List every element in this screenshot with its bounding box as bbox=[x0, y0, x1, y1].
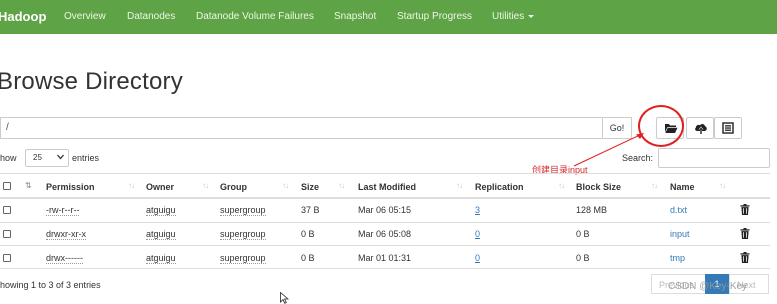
table-top-border bbox=[0, 173, 770, 174]
sort-icon[interactable]: ↑↓ bbox=[202, 181, 209, 190]
cell-replication[interactable]: 3 bbox=[475, 205, 480, 215]
cell-size: 37 B bbox=[301, 205, 320, 215]
page-title: Browse Directory bbox=[0, 68, 183, 95]
cell-last-modified: Mar 01 01:31 bbox=[358, 253, 412, 263]
cell-owner[interactable]: atguigu bbox=[146, 205, 176, 216]
nav-utilities-label: Utilities bbox=[492, 11, 525, 22]
table-bottom-border bbox=[0, 268, 770, 269]
trash-icon[interactable] bbox=[740, 252, 750, 263]
column-header-block-size[interactable]: Block Size bbox=[576, 182, 621, 192]
top-navbar: Hadoop Overview Datanodes Datanode Volum… bbox=[0, 0, 777, 34]
nav-overview[interactable]: Overview bbox=[64, 11, 106, 22]
column-header-group[interactable]: Group bbox=[220, 182, 247, 192]
select-all-checkbox[interactable] bbox=[3, 182, 11, 190]
row-checkbox[interactable] bbox=[3, 206, 11, 214]
search-input[interactable] bbox=[658, 148, 770, 168]
cell-replication[interactable]: 0 bbox=[475, 229, 480, 239]
nav-utilities[interactable]: Utilities bbox=[492, 11, 535, 22]
list-icon bbox=[722, 122, 734, 134]
cell-size: 0 B bbox=[301, 229, 315, 239]
cell-replication[interactable]: 0 bbox=[475, 253, 480, 263]
cell-permission[interactable]: drwxr-xr-x bbox=[46, 229, 86, 240]
nav-snapshot[interactable]: Snapshot bbox=[334, 11, 376, 22]
cell-permission[interactable]: drwx------ bbox=[46, 253, 83, 264]
cell-block-size: 0 B bbox=[576, 253, 590, 263]
column-header-last-modified[interactable]: Last Modified bbox=[358, 182, 416, 192]
row-checkbox[interactable] bbox=[3, 254, 11, 262]
sort-icon[interactable]: ↑↓ bbox=[719, 181, 726, 190]
entries-per-page-value: 25 bbox=[33, 153, 42, 162]
directory-path-input[interactable]: / bbox=[0, 117, 602, 139]
cell-group[interactable]: supergroup bbox=[220, 229, 266, 240]
table-header-border bbox=[0, 197, 770, 199]
annotation-text: 创建目录input bbox=[532, 165, 588, 175]
cell-permission[interactable]: -rw-r--r-- bbox=[46, 205, 80, 216]
sort-icon[interactable]: ↑↓ bbox=[456, 181, 463, 190]
row-divider bbox=[0, 245, 770, 246]
sort-icon[interactable]: ⇅ bbox=[25, 181, 32, 190]
row-checkbox[interactable] bbox=[3, 230, 11, 238]
cell-owner[interactable]: atguigu bbox=[146, 253, 176, 264]
trash-icon[interactable] bbox=[740, 228, 750, 239]
entries-per-page-select[interactable]: 25 bbox=[25, 149, 69, 167]
table-info-text: howing 1 to 3 of 3 entries bbox=[0, 280, 101, 290]
cell-block-size: 0 B bbox=[576, 229, 590, 239]
chevron-down-icon bbox=[57, 154, 64, 160]
sort-icon[interactable]: ↑↓ bbox=[338, 181, 345, 190]
sort-icon[interactable]: ↑↓ bbox=[282, 181, 289, 190]
caret-down-icon bbox=[528, 14, 535, 18]
column-header-size[interactable]: Size bbox=[301, 182, 319, 192]
cell-name-link[interactable]: input bbox=[670, 229, 690, 239]
cell-size: 0 B bbox=[301, 253, 315, 263]
cell-owner[interactable]: atguigu bbox=[146, 229, 176, 240]
sort-icon[interactable]: ↑↓ bbox=[128, 181, 135, 190]
cut-paste-button[interactable] bbox=[714, 117, 742, 139]
cell-group[interactable]: supergroup bbox=[220, 253, 266, 264]
sort-icon[interactable]: ↑↓ bbox=[651, 181, 658, 190]
nav-datanodes[interactable]: Datanodes bbox=[127, 11, 175, 22]
cell-last-modified: Mar 06 05:08 bbox=[358, 229, 412, 239]
length-menu-show-label: how bbox=[0, 153, 17, 163]
row-divider bbox=[0, 222, 770, 223]
cell-block-size: 128 MB bbox=[576, 205, 608, 215]
column-header-name[interactable]: Name bbox=[670, 182, 695, 192]
search-label: Search: bbox=[622, 153, 654, 163]
sort-icon[interactable]: ↑↓ bbox=[558, 181, 565, 190]
nav-datanode-volume-failures[interactable]: Datanode Volume Failures bbox=[196, 11, 314, 22]
column-header-owner[interactable]: Owner bbox=[146, 182, 174, 192]
column-header-replication[interactable]: Replication bbox=[475, 182, 524, 192]
cell-group[interactable]: supergroup bbox=[220, 205, 266, 216]
mouse-cursor-icon bbox=[280, 292, 289, 304]
brand-logo[interactable]: Hadoop bbox=[0, 9, 46, 24]
cell-name-link[interactable]: tmp bbox=[670, 253, 685, 263]
length-menu-entries-label: entries bbox=[72, 153, 100, 163]
cell-last-modified: Mar 06 05:15 bbox=[358, 205, 412, 215]
nav-startup-progress[interactable]: Startup Progress bbox=[397, 11, 472, 22]
cell-name-link[interactable]: d.txt bbox=[670, 205, 687, 215]
column-header-permission[interactable]: Permission bbox=[46, 182, 95, 192]
trash-icon[interactable] bbox=[740, 204, 750, 215]
upload-icon bbox=[695, 124, 707, 134]
watermark: CSDN @Key-Key bbox=[668, 281, 748, 292]
upload-file-button[interactable] bbox=[686, 117, 714, 139]
